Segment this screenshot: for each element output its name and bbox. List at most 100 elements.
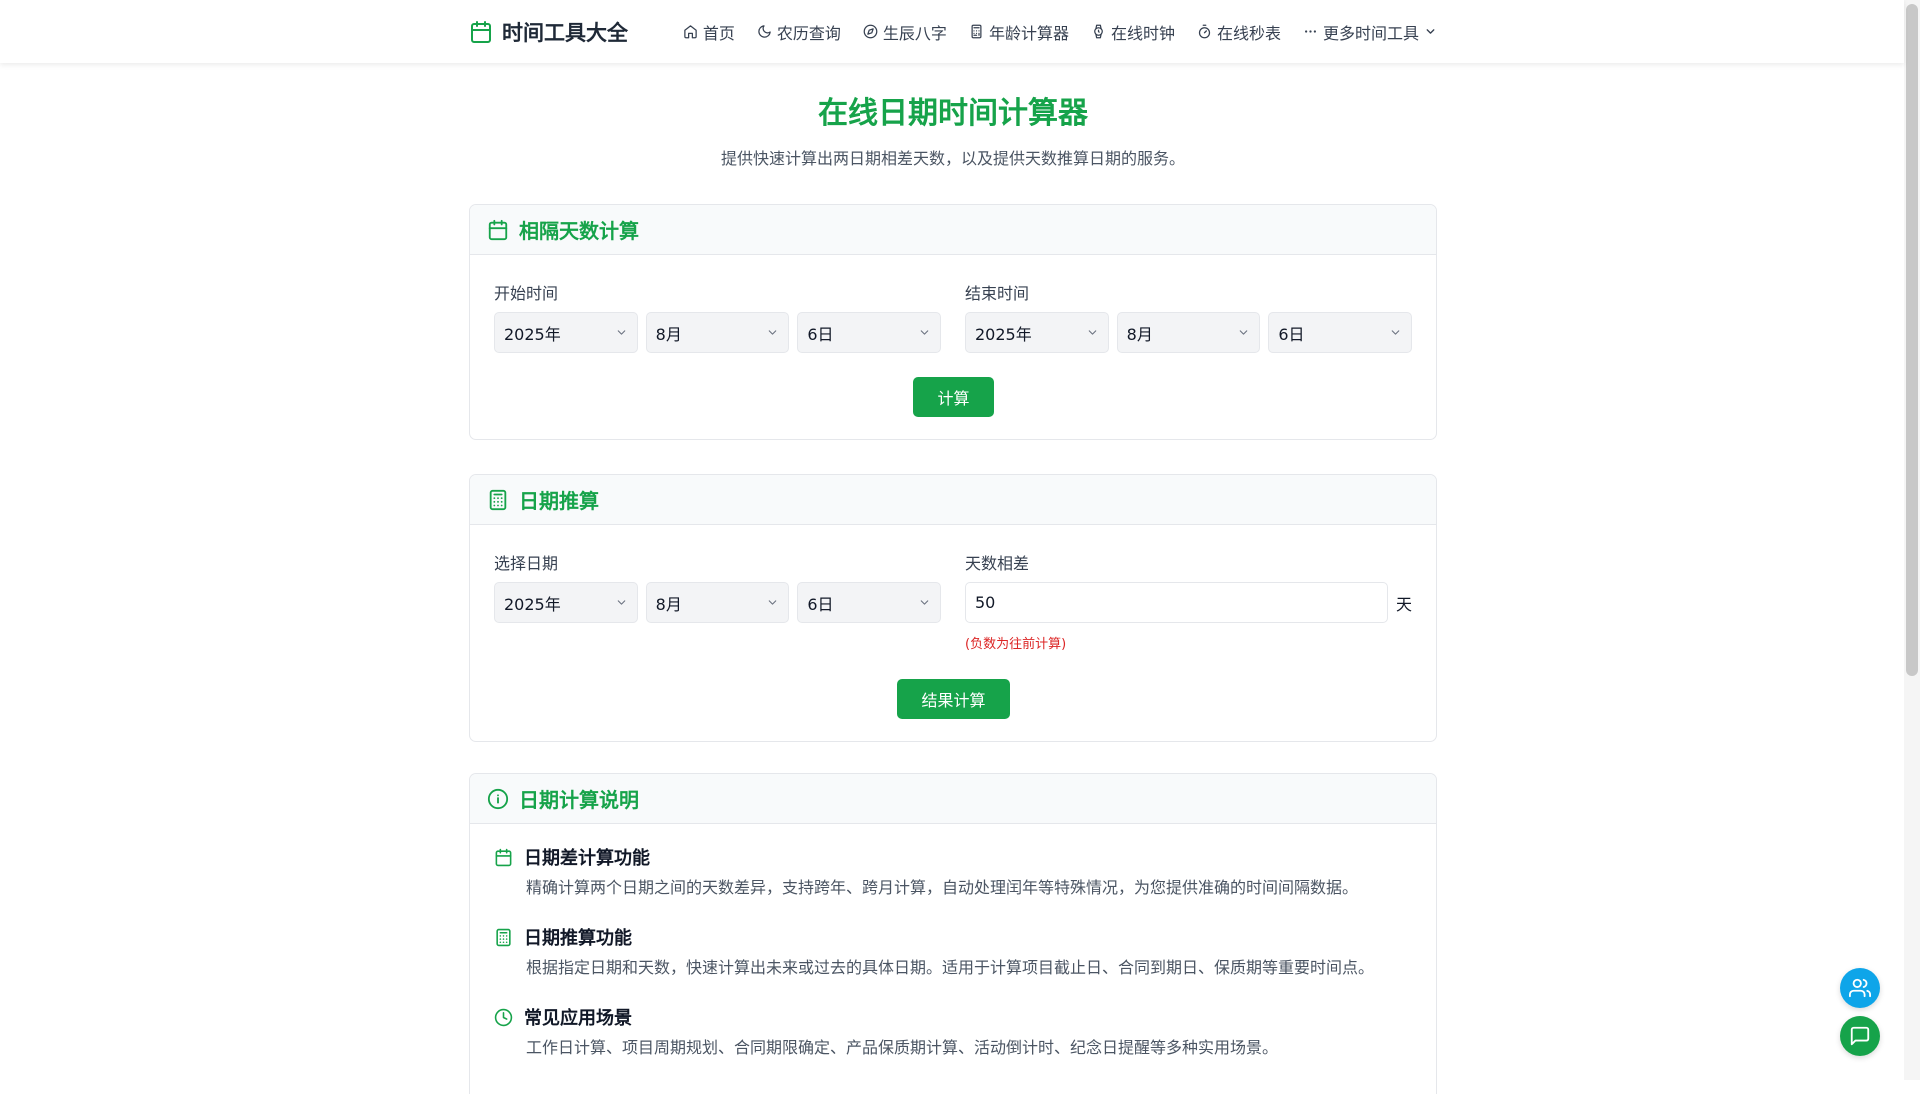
infer-month-value: 8月 — [655, 594, 682, 614]
end-date-field: 结束时间 2025年 8月 6日 — [965, 280, 1413, 353]
feature-title: 日期差计算功能 — [524, 848, 650, 869]
start-day-value: 6日 — [807, 324, 834, 344]
compass-icon — [863, 24, 878, 39]
navbar-inner: 时间工具大全 首页 农历查询 生辰八字 年龄计算器 在线时钟 在线秒表 更多时间… — [469, 0, 1437, 63]
card-title: 日期计算说明 — [519, 788, 639, 812]
infer-year-select[interactable]: 2025年 — [494, 582, 638, 623]
nav-home-label: 首页 — [702, 23, 735, 43]
chevron-down-icon — [766, 596, 779, 609]
watch-icon — [1091, 24, 1106, 39]
infer-day-select[interactable]: 6日 — [797, 582, 942, 623]
end-month-value: 8月 — [1126, 324, 1153, 344]
days-unit-label: 天 — [1396, 594, 1413, 614]
card-header: 相隔天数计算 — [470, 205, 1436, 255]
infer-year-value: 2025年 — [504, 594, 561, 614]
start-date-field: 开始时间 2025年 8月 6日 — [494, 280, 942, 353]
end-day-select[interactable]: 6日 — [1268, 312, 1413, 353]
nav-lunar-label: 农历查询 — [776, 23, 841, 43]
result-calculate-button[interactable]: 结果计算 — [897, 679, 1010, 719]
days-diff-field: 天数相差 天 (负数为往前计算) — [965, 550, 1412, 652]
card-header: 日期推算 — [470, 475, 1436, 525]
stopwatch-icon — [1197, 24, 1212, 39]
feature-title: 常见应用场景 — [524, 1008, 632, 1029]
message-icon — [1849, 1025, 1871, 1047]
date-info-card: 日期计算说明 日期差计算功能 精确计算两个日期之间的天数差异，支持跨年、跨月计算… — [469, 773, 1437, 1094]
nav-lunar[interactable]: 农历查询 — [757, 20, 841, 44]
start-year-select[interactable]: 2025年 — [494, 312, 638, 353]
feature-description: 精确计算两个日期之间的天数差异，支持跨年、跨月计算，自动处理闰年等特殊情况，为您… — [526, 878, 1359, 897]
end-day-value: 6日 — [1278, 324, 1305, 344]
chevron-down-icon — [615, 326, 628, 339]
calculate-button[interactable]: 计算 — [913, 377, 994, 417]
days-diff-input[interactable] — [965, 582, 1388, 623]
card-title: 相隔天数计算 — [519, 219, 639, 243]
feature-item: 常见应用场景 工作日计算、项目周期规划、合同期限确定、产品保质期计算、活动倒计时… — [494, 1006, 1412, 1059]
chevron-down-icon — [918, 326, 931, 339]
home-icon — [683, 24, 698, 39]
feature-item: 日期差计算功能 精确计算两个日期之间的天数差异，支持跨年、跨月计算，自动处理闰年… — [494, 846, 1412, 899]
diff-form-row: 开始时间 2025年 8月 6日 结束时间 2025年 8月 6日 — [494, 280, 1413, 353]
nav-stopwatch-label: 在线秒表 — [1216, 23, 1281, 43]
end-year-value: 2025年 — [975, 324, 1032, 344]
start-day-select[interactable]: 6日 — [797, 312, 942, 353]
chevron-down-icon — [1424, 25, 1437, 38]
top-navbar: 时间工具大全 首页 农历查询 生辰八字 年龄计算器 在线时钟 在线秒表 更多时间… — [0, 0, 1904, 63]
infer-form-row: 选择日期 2025年 8月 6日 天数相差 天 (负数为往前计算) — [494, 550, 1412, 652]
date-infer-card: 日期推算 选择日期 2025年 8月 6日 天数相差 天 (负数为往前计算) 结… — [469, 474, 1437, 742]
chevron-down-icon — [1086, 326, 1099, 339]
days-diff-label: 天数相差 — [965, 554, 1030, 573]
select-date-label: 选择日期 — [494, 554, 559, 573]
community-button[interactable] — [1840, 968, 1880, 1008]
feature-description: 根据指定日期和天数，快速计算出未来或过去的具体日期。适用于计算项目截止日、合同到… — [526, 958, 1375, 977]
date-diff-card: 相隔天数计算 开始时间 2025年 8月 6日 结束时间 2025年 8月 6日 — [469, 204, 1437, 440]
clock-icon — [494, 1008, 513, 1027]
card-title: 日期推算 — [519, 489, 599, 513]
chevron-down-icon — [766, 326, 779, 339]
nav-bazi[interactable]: 生辰八字 — [863, 20, 947, 44]
calculator-icon — [494, 928, 513, 947]
calendar-icon — [469, 20, 493, 44]
feature-item: 日期推算功能 根据指定日期和天数，快速计算出未来或过去的具体日期。适用于计算项目… — [494, 926, 1412, 979]
nav-age-calculator-label: 年龄计算器 — [988, 23, 1069, 43]
infer-day-value: 6日 — [807, 594, 834, 614]
select-date-field: 选择日期 2025年 8月 6日 — [494, 550, 942, 652]
chevron-down-icon — [1389, 326, 1402, 339]
card-header: 日期计算说明 — [470, 774, 1436, 824]
page-scrollbar[interactable] — [1904, 0, 1920, 1080]
start-month-select[interactable]: 8月 — [645, 312, 790, 353]
infer-month-select[interactable]: 8月 — [645, 582, 790, 623]
chevron-down-icon — [918, 596, 931, 609]
calendar-icon — [487, 219, 509, 241]
end-date-label: 结束时间 — [965, 284, 1030, 303]
start-month-value: 8月 — [655, 324, 682, 344]
start-year-value: 2025年 — [504, 324, 561, 344]
scrollbar-thumb[interactable] — [1906, 4, 1918, 676]
negative-hint: (负数为往前计算) — [965, 637, 1067, 652]
moon-icon — [757, 24, 772, 39]
users-icon — [1849, 977, 1871, 999]
nav-stopwatch[interactable]: 在线秒表 — [1197, 20, 1281, 44]
page-subtitle: 提供快速计算出两日期相差天数，以及提供天数推算日期的服务。 — [720, 149, 1185, 168]
nav-age-calculator[interactable]: 年龄计算器 — [969, 20, 1069, 44]
end-month-select[interactable]: 8月 — [1116, 312, 1261, 353]
chevron-down-icon — [615, 596, 628, 609]
start-date-label: 开始时间 — [494, 284, 559, 303]
nav-clock-label: 在线时钟 — [1110, 23, 1175, 43]
nav-clock[interactable]: 在线时钟 — [1091, 20, 1175, 44]
calendar-icon — [494, 848, 513, 867]
feature-title: 日期推算功能 — [524, 928, 632, 949]
main-nav: 首页 农历查询 生辰八字 年龄计算器 在线时钟 在线秒表 更多时间工具 — [683, 20, 1437, 44]
brand-logo[interactable]: 时间工具大全 — [469, 17, 628, 47]
chevron-down-icon — [1237, 326, 1250, 339]
info-icon — [487, 788, 509, 810]
feedback-button[interactable] — [1840, 1016, 1880, 1056]
nav-more-tools-label: 更多时间工具 — [1322, 23, 1419, 43]
more-dots-icon — [1303, 24, 1318, 39]
calculator-icon — [487, 489, 509, 511]
page-title: 在线日期时间计算器 — [818, 96, 1088, 131]
nav-bazi-label: 生辰八字 — [882, 23, 947, 43]
end-year-select[interactable]: 2025年 — [965, 312, 1109, 353]
nav-more-tools[interactable]: 更多时间工具 — [1303, 20, 1437, 44]
nav-home[interactable]: 首页 — [683, 20, 735, 44]
feature-description: 工作日计算、项目周期规划、合同期限确定、产品保质期计算、活动倒计时、纪念日提醒等… — [526, 1038, 1279, 1057]
